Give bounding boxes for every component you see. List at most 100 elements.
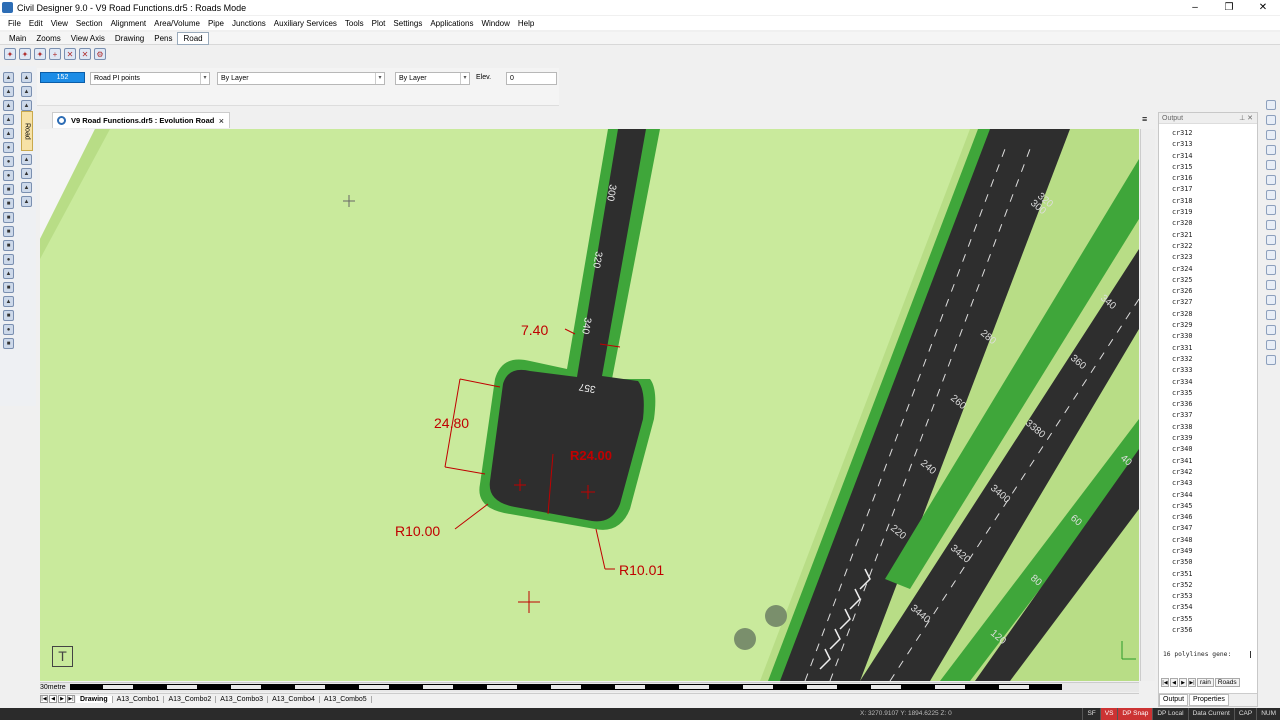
menu-window[interactable]: Window (477, 19, 513, 28)
road-tool-icon[interactable]: ■ (3, 338, 14, 349)
menu-section[interactable]: Section (72, 19, 107, 28)
tab-output[interactable]: Output (1159, 694, 1189, 706)
snap-tool-icon[interactable] (1266, 340, 1276, 350)
drawing-canvas[interactable]: 7.40 24.80 R24.00 R10.00 R10.01 300 320 … (40, 129, 1139, 681)
settings-gear-icon[interactable]: ⚙ (94, 48, 106, 60)
elev-input[interactable]: 0 (506, 72, 557, 85)
output-command-line[interactable]: 16 polylines gene: (1163, 651, 1251, 658)
scissors-icon[interactable]: ✕ (64, 48, 76, 60)
road-tool-icon[interactable]: ● (3, 254, 14, 265)
road-tool-icon[interactable]: ● (3, 156, 14, 167)
road-tool-icon[interactable]: ▲ (3, 114, 14, 125)
snap-tool-icon[interactable] (1266, 145, 1276, 155)
delete-pi-icon[interactable]: ✦ (34, 48, 46, 60)
prev-icon[interactable]: ◀ (1170, 678, 1178, 687)
menu-settings[interactable]: Settings (389, 19, 426, 28)
tab-properties[interactable]: Properties (1189, 694, 1229, 706)
road-tool-icon[interactable]: ▲ (3, 72, 14, 83)
road-tool-icon[interactable]: ■ (3, 212, 14, 223)
snap-tool-icon[interactable] (1266, 220, 1276, 230)
linetype-dropdown[interactable]: By Layer ▾ (217, 72, 385, 85)
output-subtab-roads[interactable]: Roads (1214, 678, 1240, 687)
menu-view[interactable]: View (47, 19, 72, 28)
snap-tool-icon[interactable] (1266, 175, 1276, 185)
tab-road[interactable]: Road (177, 31, 209, 45)
layout-tab-combo3[interactable]: A13_Combo3 (216, 695, 269, 703)
road-tool-icon[interactable]: ■ (3, 310, 14, 321)
road-drawing[interactable]: 7.40 24.80 R24.00 R10.00 R10.01 300 320 … (40, 129, 1139, 681)
snap-tool-icon[interactable] (1266, 205, 1276, 215)
first-tab-icon[interactable]: |◀ (40, 695, 48, 703)
snap-tool-icon[interactable] (1266, 310, 1276, 320)
status-data-current[interactable]: Data Current (1187, 708, 1234, 720)
road-tool-icon[interactable]: ▲ (21, 196, 32, 207)
road-tool-icon[interactable]: ▲ (3, 86, 14, 97)
status-dp-snap[interactable]: DP Snap (1117, 708, 1153, 720)
status-sf[interactable]: SF (1082, 708, 1099, 720)
road-panel-tab[interactable]: Road (21, 111, 33, 151)
road-tool-icon[interactable]: ■ (3, 282, 14, 293)
layer-dropdown[interactable]: Road PI points ▾ (90, 72, 210, 85)
pin-icon[interactable]: ⊥ ✕ (1239, 114, 1253, 122)
tab-pens[interactable]: Pens (149, 33, 177, 44)
snap-tool-icon[interactable] (1266, 265, 1276, 275)
vertical-scrollbar[interactable] (1140, 129, 1155, 681)
road-tool-icon[interactable]: ▲ (21, 100, 32, 111)
next-tab-icon[interactable]: ▶ (58, 695, 66, 703)
snap-tool-icon[interactable] (1266, 355, 1276, 365)
menu-area-volume[interactable]: Area/Volume (150, 19, 204, 28)
layout-tab-combo4[interactable]: A13_Combo4 (268, 695, 320, 703)
layout-tab-drawing[interactable]: Drawing (76, 695, 113, 703)
road-tool-icon[interactable]: ■ (3, 226, 14, 237)
status-vs[interactable]: VS (1099, 708, 1118, 720)
status-dp-local[interactable]: DP Local (1152, 708, 1187, 720)
cross-pi-icon[interactable]: ✕ (79, 48, 91, 60)
road-tool-icon[interactable]: ▲ (21, 72, 32, 83)
first-icon[interactable]: |◀ (1161, 678, 1169, 687)
road-tool-icon[interactable]: ● (3, 142, 14, 153)
snap-tool-icon[interactable] (1266, 130, 1276, 140)
title-block-icon[interactable]: T (52, 646, 73, 667)
tab-zooms[interactable]: Zooms (31, 33, 65, 44)
insert-pi-icon[interactable]: ✦ (4, 48, 16, 60)
menu-file[interactable]: File (4, 19, 25, 28)
road-tool-icon[interactable]: ■ (3, 198, 14, 209)
menu-plot[interactable]: Plot (368, 19, 390, 28)
road-tool-icon[interactable]: ■ (3, 240, 14, 251)
menu-tools[interactable]: Tools (341, 19, 368, 28)
snap-tool-icon[interactable] (1266, 325, 1276, 335)
layout-tab-combo1[interactable]: A13_Combo1 (113, 695, 165, 703)
document-tab[interactable]: V9 Road Functions.dr5 : Evolution Road × (52, 112, 230, 128)
tab-menu-icon[interactable]: ≡ (1142, 114, 1147, 124)
chevron-down-icon[interactable]: ▾ (375, 73, 384, 84)
prev-tab-icon[interactable]: ◀ (49, 695, 57, 703)
menu-pipe[interactable]: Pipe (204, 19, 228, 28)
chevron-down-icon[interactable]: ▾ (200, 73, 209, 84)
road-tool-icon[interactable]: ▲ (21, 182, 32, 193)
menu-auxiliary-services[interactable]: Auxiliary Services (270, 19, 341, 28)
snap-tool-icon[interactable] (1266, 160, 1276, 170)
chevron-down-icon[interactable]: ▾ (460, 73, 469, 84)
move-pi-icon[interactable]: ✦ (19, 48, 31, 60)
layout-tab-combo5[interactable]: A13_Combo5 (320, 695, 372, 703)
road-tool-icon[interactable]: ■ (3, 184, 14, 195)
last-icon[interactable]: ▶| (1188, 678, 1196, 687)
snap-tool-icon[interactable] (1266, 250, 1276, 260)
road-tool-icon[interactable]: ▲ (3, 268, 14, 279)
road-tool-icon[interactable]: ▲ (21, 168, 32, 179)
next-icon[interactable]: ▶ (1179, 678, 1187, 687)
last-tab-icon[interactable]: ▶| (67, 695, 75, 703)
snap-tool-icon[interactable] (1266, 280, 1276, 290)
snap-tool-icon[interactable] (1266, 190, 1276, 200)
snap-tool-icon[interactable] (1266, 235, 1276, 245)
tab-view-axis[interactable]: View Axis (66, 33, 110, 44)
lineweight-dropdown[interactable]: By Layer ▾ (395, 72, 470, 85)
output-subtab-rain[interactable]: rain (1197, 678, 1214, 687)
menu-junctions[interactable]: Junctions (228, 19, 270, 28)
menu-applications[interactable]: Applications (426, 19, 477, 28)
road-tool-icon[interactable]: ▲ (3, 128, 14, 139)
maximize-button[interactable]: ❐ (1212, 0, 1246, 15)
road-tool-icon[interactable]: ▲ (21, 86, 32, 97)
snap-tool-icon[interactable] (1266, 115, 1276, 125)
snap-tool-icon[interactable] (1266, 295, 1276, 305)
